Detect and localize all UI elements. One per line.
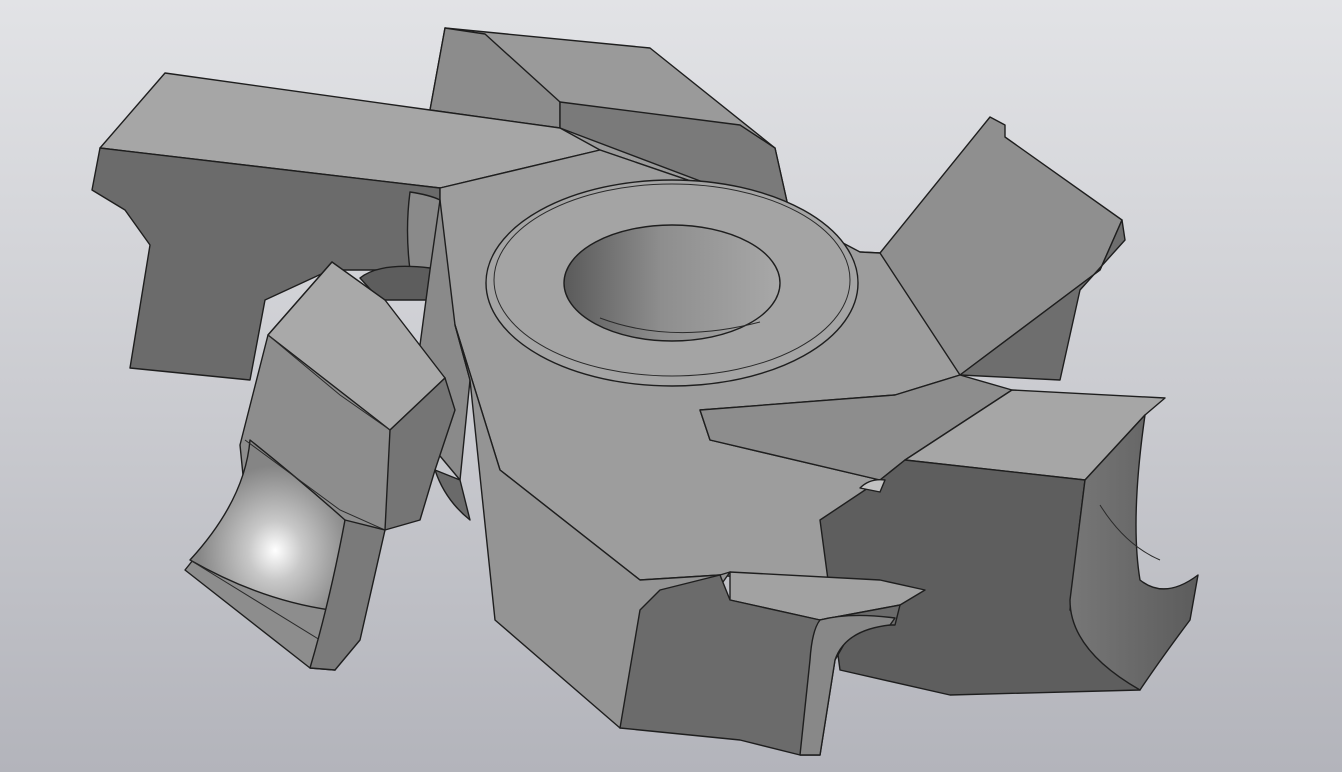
- hub-ring: [485, 179, 859, 387]
- cad-3d-viewport[interactable]: [0, 0, 1342, 772]
- cutter-model[interactable]: [0, 0, 1342, 772]
